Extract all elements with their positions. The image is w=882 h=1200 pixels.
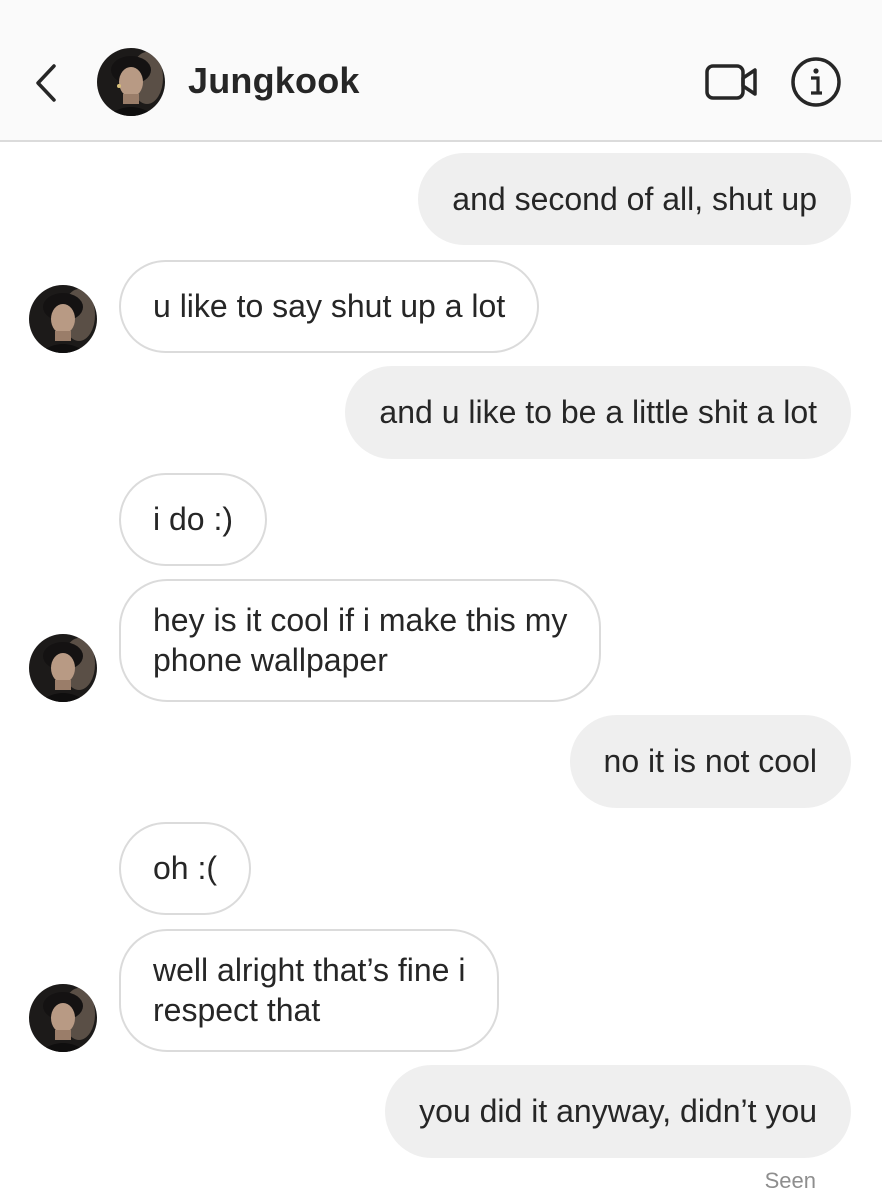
message-bubble-incoming[interactable]: well alright that’s fine i respect that (119, 929, 500, 1052)
message-thread[interactable]: and second of all, shut up u like to say… (0, 142, 882, 1200)
profile-photo-icon (29, 984, 97, 1052)
message-text: u like to say shut up a lot (153, 288, 506, 324)
profile-photo-icon (29, 285, 97, 353)
chevron-left-icon (36, 64, 56, 102)
message-bubble-incoming[interactable]: hey is it cool if i make this my phone w… (119, 579, 602, 702)
message-bubble-incoming[interactable]: oh :( (119, 822, 252, 915)
message-bubble-incoming[interactable]: i do :) (119, 473, 268, 566)
message-text: i do :) (153, 501, 234, 537)
info-icon (791, 57, 841, 107)
sender-avatar[interactable] (29, 984, 97, 1052)
back-button[interactable] (26, 58, 66, 108)
message-bubble-outgoing[interactable]: and u like to be a little shit a lot (345, 366, 851, 459)
video-call-button[interactable] (704, 58, 760, 106)
message-bubble-outgoing[interactable]: no it is not cool (569, 715, 851, 808)
message-text: oh :( (153, 850, 218, 886)
message-text-line: hey is it cool if i make this my (153, 602, 568, 638)
message-text-line: phone wallpaper (153, 642, 388, 678)
video-camera-icon (705, 64, 757, 100)
message-text: and second of all, shut up (452, 181, 817, 217)
profile-photo-icon (97, 48, 165, 116)
contact-avatar[interactable] (97, 48, 165, 116)
message-bubble-outgoing[interactable]: and second of all, shut up (418, 153, 851, 245)
message-text-line: respect that (153, 992, 321, 1028)
message-text: and u like to be a little shit a lot (379, 394, 817, 430)
chat-header: Jungkook (0, 0, 882, 142)
seen-status: Seen (764, 1168, 816, 1193)
message-bubble-incoming[interactable]: u like to say shut up a lot (119, 260, 540, 353)
message-bubble-outgoing[interactable]: you did it anyway, didn’t you (385, 1065, 851, 1158)
message-text: no it is not cool (603, 743, 817, 779)
message-text: you did it anyway, didn’t you (419, 1093, 817, 1129)
info-button[interactable] (790, 56, 842, 108)
profile-photo-icon (29, 634, 97, 702)
sender-avatar[interactable] (29, 634, 97, 702)
message-text-line: well alright that’s fine i (153, 952, 466, 988)
contact-name[interactable]: Jungkook (188, 60, 360, 102)
sender-avatar[interactable] (29, 285, 97, 353)
